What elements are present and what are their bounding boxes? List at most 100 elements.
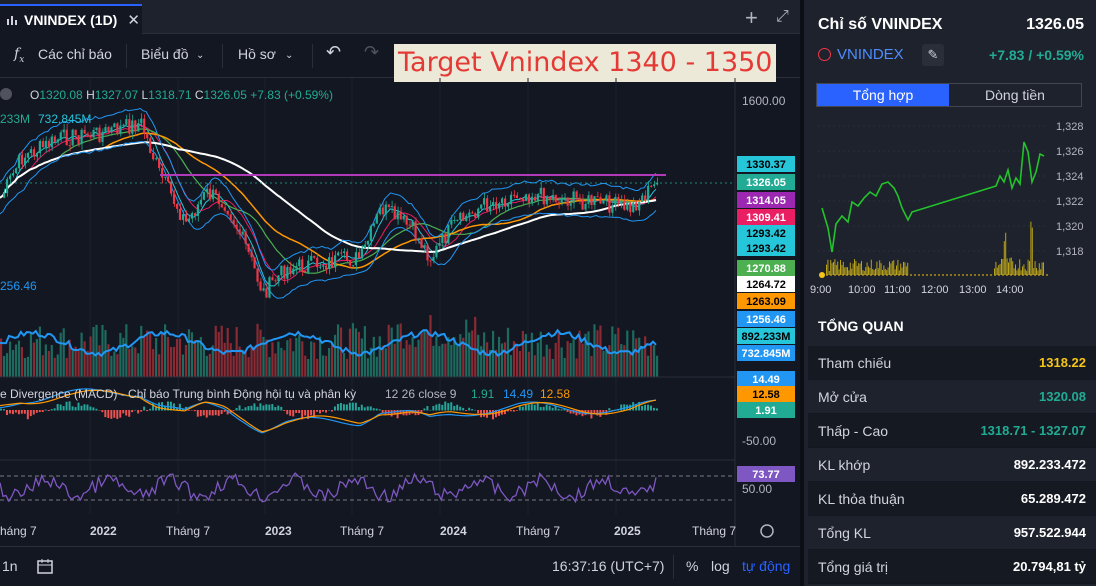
volume-bar: [641, 346, 644, 377]
volume-bar: [429, 315, 432, 377]
mini-volume-bar: [1037, 270, 1039, 275]
symbol-link[interactable]: VNINDEX: [818, 46, 904, 63]
candle-body: [131, 120, 134, 134]
auto-scale-toggle[interactable]: tự động: [742, 558, 790, 574]
volume-bar: [104, 330, 107, 377]
volume-bar: [98, 345, 101, 377]
main-chart[interactable]: 1600.00 1330.37 1326.05 1314.05 1309.41 1293.…: [0, 78, 800, 546]
indicators-button[interactable]: Các chỉ báo: [38, 46, 112, 62]
intraday-chart[interactable]: 1,328 1,326 1,324 1,322 1,320 1,318 9:00 10:00 1…: [808, 112, 1096, 302]
volume-bar: [563, 357, 566, 377]
volume-bar: [447, 337, 450, 377]
volume-bar: [351, 323, 355, 377]
mini-volume-bar: [859, 263, 861, 275]
volume-bar: [420, 331, 423, 377]
mini-volume-bar: [904, 262, 906, 275]
macd-histogram-bar: [480, 410, 483, 418]
mini-volume-bar: [897, 259, 899, 275]
volume-bar: [304, 355, 307, 377]
close-icon[interactable]: ✕: [127, 11, 140, 29]
volume-bar: [638, 337, 641, 377]
candle-body: [599, 197, 602, 204]
tab-vnindex[interactable]: VNINDEX (1D) ✕: [0, 4, 142, 34]
candle-body: [11, 173, 15, 176]
macd-histogram-bar: [86, 404, 89, 411]
candle-body: [405, 215, 408, 225]
candle-body: [17, 154, 21, 169]
mini-y-label: 1,324: [1056, 171, 1084, 183]
macd-histogram-bar: [450, 402, 453, 411]
mini-volume-bar: [999, 263, 1001, 275]
candle-body: [503, 198, 507, 207]
macd-histogram-bar: [360, 404, 363, 411]
undo-icon[interactable]: ↶: [326, 42, 341, 63]
add-tab-icon[interactable]: +: [745, 5, 758, 31]
log-toggle[interactable]: log: [711, 558, 730, 574]
function-icon[interactable]: fx: [14, 46, 24, 65]
macd-histogram-bar: [518, 406, 521, 411]
candle-body: [62, 129, 65, 133]
candle-body: [244, 231, 247, 244]
chevron-down-icon[interactable]: ⌄: [196, 50, 204, 61]
volume-bar: [313, 342, 316, 377]
candle-body: [572, 191, 575, 204]
candle-body: [617, 197, 620, 204]
clock-readout[interactable]: 16:37:16 (UTC+7): [552, 558, 664, 574]
candle-body: [345, 251, 349, 261]
profile-button[interactable]: Hồ sơ: [238, 46, 276, 62]
volume-bar: [89, 336, 92, 377]
macd-histogram-bar: [468, 407, 471, 411]
redo-icon[interactable]: ↷: [364, 42, 379, 63]
volume-bar: [74, 346, 77, 377]
volume-bar: [175, 338, 179, 377]
candle-body: [23, 157, 27, 165]
macd-histogram-bar: [465, 410, 468, 412]
candle-body: [333, 255, 337, 268]
macd-histogram-bar: [372, 408, 375, 411]
chart-type-button[interactable]: Biểu đồ: [141, 46, 188, 62]
mini-volume-bar: [848, 270, 850, 275]
macd-histogram-bar: [53, 408, 56, 411]
volume-bar: [232, 355, 235, 377]
mini-volume-bar: [858, 263, 860, 275]
mini-volume-bar: [887, 267, 889, 275]
macd-histogram-bar: [336, 403, 339, 411]
candle-body: [59, 132, 62, 140]
mini-volume-bar: [828, 270, 830, 275]
volume-bar: [77, 350, 80, 377]
chevron-down-icon[interactable]: ⌄: [285, 50, 293, 61]
percent-toggle[interactable]: %: [686, 558, 698, 574]
mini-volume-bar: [840, 260, 841, 275]
candle-body: [199, 199, 202, 205]
macd-histogram-bar: [190, 410, 193, 411]
mini-volume-bar: [838, 269, 840, 275]
volume-bar: [417, 339, 420, 377]
collapse-icon[interactable]: [0, 88, 12, 100]
tab-summary[interactable]: Tổng hợp: [817, 84, 949, 106]
macd-histogram-bar: [644, 404, 647, 411]
candle-body: [456, 219, 459, 221]
macd-histogram-bar: [262, 405, 265, 411]
candle-body: [480, 204, 483, 209]
time-axis: háng 7 2022 Tháng 7 2023 Tháng 7 2024 Tháng 7 2…: [0, 524, 774, 538]
candle-body: [429, 260, 432, 262]
volume-bar: [527, 351, 530, 377]
expand-icon[interactable]: ⤢: [776, 8, 789, 26]
candle-body: [408, 224, 411, 226]
calendar-icon[interactable]: [36, 557, 54, 575]
edit-icon[interactable]: ✎: [922, 44, 944, 66]
volume-bar: [548, 348, 551, 377]
volume-bar: [497, 336, 501, 377]
interval-button[interactable]: 1n: [2, 558, 18, 574]
mini-volume-bar: [845, 266, 847, 275]
volume-bar: [226, 327, 229, 377]
candle-body: [593, 196, 596, 205]
macd-histogram-bar: [158, 402, 161, 411]
tab-cashflow[interactable]: Dòng tiền: [949, 84, 1081, 106]
settings-gear-icon[interactable]: [760, 524, 774, 538]
volume-bar: [542, 356, 545, 377]
candle-body: [590, 195, 593, 205]
candle-body: [584, 203, 587, 210]
macd-histogram-bar: [274, 407, 277, 411]
volume-bar: [569, 343, 572, 377]
